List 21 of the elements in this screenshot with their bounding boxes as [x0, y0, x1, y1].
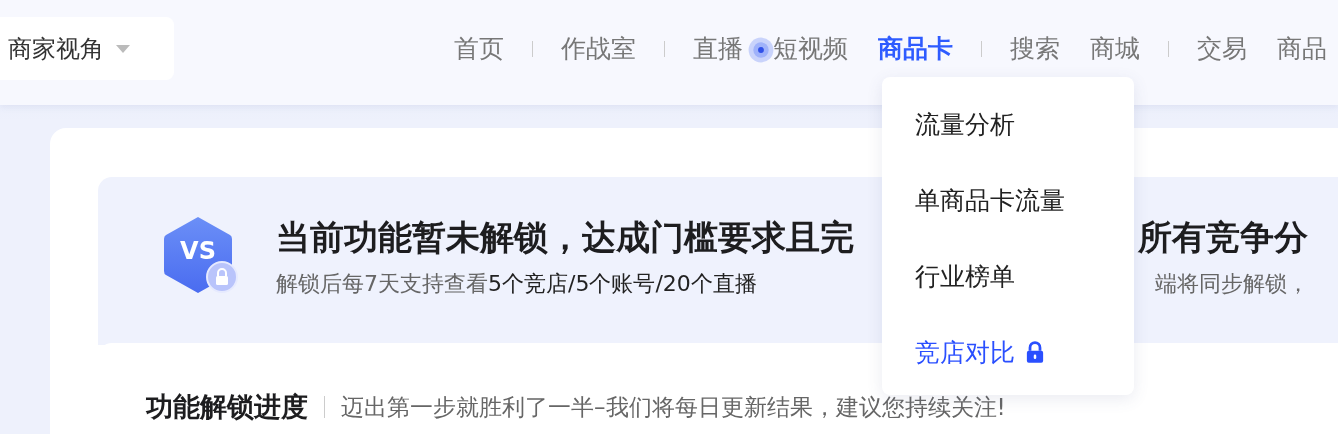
perspective-dropdown[interactable]: 商家视角	[0, 17, 174, 80]
nav-tab[interactable]: 作战室	[561, 32, 636, 65]
nav-tab[interactable]: 商品卡	[878, 32, 953, 65]
banner-subtitle: 解锁后每7天支持查看5个竞店/5个账号/20个直播	[276, 270, 757, 298]
nav-tab[interactable]: 搜索	[1010, 32, 1060, 65]
pointer-dot-icon	[748, 37, 774, 63]
dropdown-item[interactable]: 流量分析	[882, 101, 1134, 177]
banner-subtitle: 端将同步解锁，	[1155, 270, 1309, 298]
nav-tab[interactable]: 首页	[454, 32, 504, 65]
nav-tab[interactable]: 交易	[1197, 32, 1247, 65]
banner-title: 所有竞争分	[1138, 216, 1308, 259]
section-note: 迈出第一步就胜利了一半–我们将每日更新结果，建议您持续关注!	[341, 392, 1006, 422]
dropdown-item[interactable]: 行业榜单	[882, 253, 1134, 329]
nav-tab[interactable]: 商品	[1277, 32, 1327, 65]
nav-tab[interactable]: 商城	[1090, 32, 1140, 65]
nav-tab[interactable]: 短视频	[773, 32, 848, 65]
section-title: 功能解锁进度	[146, 390, 308, 424]
nav-tab[interactable]: 直播	[693, 32, 743, 65]
banner-title: 当前功能暂未解锁，达成门槛要求且完	[276, 216, 854, 259]
caret-icon	[116, 44, 130, 53]
dropdown-item[interactable]: 单商品卡流量	[882, 177, 1134, 253]
